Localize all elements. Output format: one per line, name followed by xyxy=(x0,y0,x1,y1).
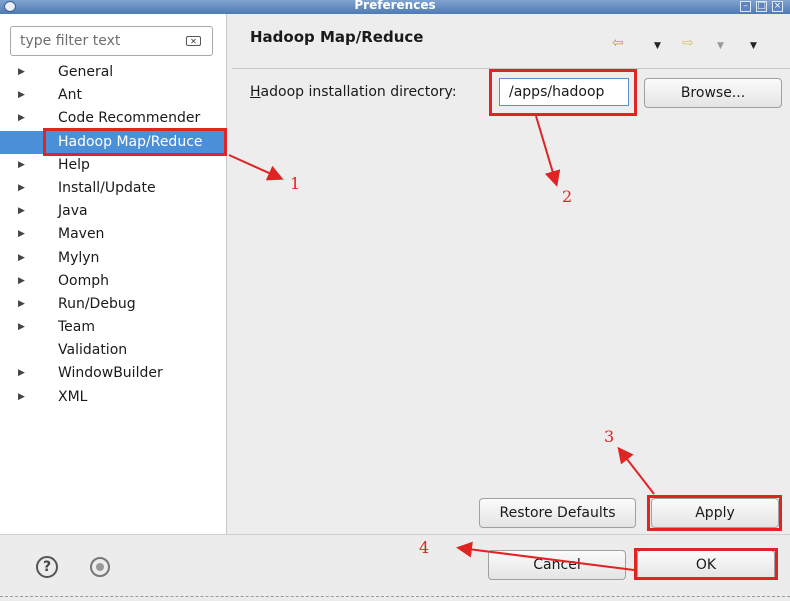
expand-arrow-icon[interactable]: ▶ xyxy=(18,200,25,223)
annotation-step-4: 4 xyxy=(419,538,430,557)
expand-arrow-icon[interactable]: ▶ xyxy=(18,84,25,107)
bottom-dashed-border xyxy=(0,596,790,597)
tree-item[interactable]: ▶ Mylyn xyxy=(0,247,226,270)
annotation-step-3: 3 xyxy=(604,427,615,446)
browse-button[interactable]: Browse... xyxy=(644,78,782,108)
help-icon[interactable]: ? xyxy=(36,556,58,578)
browse-button-label: Browse... xyxy=(680,85,746,101)
annotation-box-hadoop-item xyxy=(43,128,227,156)
expand-arrow-icon[interactable]: ▶ xyxy=(18,223,25,246)
preference-tree: ▶ General ▶ Ant ▶ Code Recommender Hadoop Map/… xyxy=(0,61,226,409)
navigation-toolbar: ⇦ ▼ ⇨ ▼ ▼ xyxy=(612,36,772,52)
cancel-button-label: Cancel xyxy=(533,557,581,573)
expand-arrow-icon[interactable]: ▶ xyxy=(18,270,25,293)
tree-item-label: Maven xyxy=(58,226,105,243)
tree-item-label: Mylyn xyxy=(58,249,100,266)
close-icon[interactable]: × xyxy=(772,1,783,12)
tree-item[interactable]: ▶ General xyxy=(0,61,226,84)
forward-dropdown-icon[interactable]: ▼ xyxy=(717,39,724,53)
tree-item-label: Validation xyxy=(58,342,128,359)
window-titlebar: Preferences – □ × xyxy=(0,0,790,14)
expand-arrow-icon[interactable]: ▶ xyxy=(18,247,25,270)
install-dir-label: Hadoop installation directory: xyxy=(250,84,457,100)
expand-arrow-icon[interactable]: ▶ xyxy=(18,154,25,177)
tree-item[interactable]: ▶ WindowBuilder xyxy=(0,362,226,385)
record-icon[interactable] xyxy=(90,557,110,577)
annotation-step-1: 1 xyxy=(290,174,301,193)
tree-item-label: WindowBuilder xyxy=(58,365,163,382)
page-title: Hadoop Map/Reduce xyxy=(250,28,424,46)
expand-arrow-icon[interactable]: ▶ xyxy=(18,107,25,130)
tree-item[interactable]: ▶ XML xyxy=(0,386,226,409)
tree-item[interactable]: ▶ Ant xyxy=(0,84,226,107)
annotation-arrow-1 xyxy=(228,154,284,181)
tree-item-label: Code Recommender xyxy=(58,110,201,127)
annotation-box-install-dir xyxy=(489,69,637,116)
tree-item-label: Oomph xyxy=(58,272,109,289)
tree-item[interactable]: ▶ Run/Debug xyxy=(0,293,226,316)
expand-arrow-icon[interactable]: ▶ xyxy=(18,177,25,200)
filter-box[interactable]: ✕ xyxy=(10,26,213,56)
expand-arrow-icon[interactable]: ▶ xyxy=(18,293,25,316)
restore-defaults-button[interactable]: Restore Defaults xyxy=(479,498,636,528)
tree-item-label: Install/Update xyxy=(58,179,156,196)
tree-item[interactable]: Validation xyxy=(0,339,226,362)
restore-defaults-label: Restore Defaults xyxy=(499,505,616,521)
tree-item-label: Java xyxy=(58,203,88,220)
preference-tree-panel: ✕ ▶General▶Ant▶Code RecommenderHadoop Ma… xyxy=(0,14,227,534)
tree-item[interactable]: ▶ Java xyxy=(0,200,226,223)
annotation-box-apply xyxy=(647,495,782,531)
annotation-arrow-3 xyxy=(617,446,655,495)
expand-arrow-icon[interactable]: ▶ xyxy=(18,386,25,409)
tree-item[interactable]: ▶ Help xyxy=(0,154,226,177)
forward-arrow-icon[interactable]: ⇨ xyxy=(682,36,694,50)
tree-item[interactable]: ▶ Team xyxy=(0,316,226,339)
annotation-arrow-2 xyxy=(535,115,561,187)
view-menu-icon[interactable]: ▼ xyxy=(750,39,757,53)
maximize-icon[interactable]: □ xyxy=(756,1,767,12)
tree-item-label: Help xyxy=(58,156,90,173)
annotation-box-ok xyxy=(634,548,778,580)
clear-filter-icon[interactable]: ✕ xyxy=(186,36,201,46)
tree-item[interactable]: ▶ Install/Update xyxy=(0,177,226,200)
annotation-step-2: 2 xyxy=(562,187,573,206)
back-dropdown-icon[interactable]: ▼ xyxy=(654,39,661,53)
expand-arrow-icon[interactable]: ▶ xyxy=(18,61,25,84)
filter-input[interactable] xyxy=(11,27,190,55)
window-title: Preferences xyxy=(354,0,436,12)
back-arrow-icon[interactable]: ⇦ xyxy=(612,36,624,50)
expand-arrow-icon[interactable]: ▶ xyxy=(18,316,25,339)
minimize-icon[interactable]: – xyxy=(740,1,751,12)
tree-item-label: General xyxy=(58,64,114,80)
cancel-button[interactable]: Cancel xyxy=(488,550,626,580)
tree-item-label: XML xyxy=(58,388,88,405)
tree-item-label: Team xyxy=(58,319,96,336)
tree-item-label: Run/Debug xyxy=(58,295,136,312)
expand-arrow-icon[interactable]: ▶ xyxy=(18,362,25,385)
tree-item[interactable]: ▶ Maven xyxy=(0,223,226,246)
tree-item[interactable]: ▶ Oomph xyxy=(0,270,226,293)
tree-item-label: Ant xyxy=(58,87,82,104)
